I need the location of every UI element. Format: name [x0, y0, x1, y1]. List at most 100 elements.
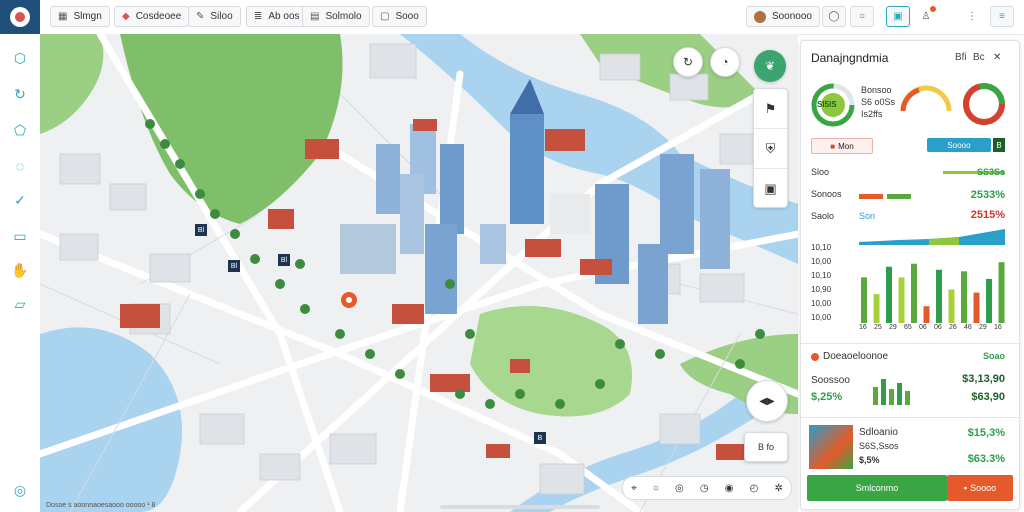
map-scroll-bar[interactable]	[440, 505, 600, 509]
x-tick: 16	[859, 324, 867, 331]
chart-bar	[961, 271, 967, 323]
panel-control-2[interactable]: Bc	[973, 52, 985, 63]
trash-icon: ▪	[963, 483, 968, 493]
chart-bar	[936, 269, 942, 323]
section3-sub: S6S,Ssos	[859, 441, 899, 451]
rotate-icon: ↻	[682, 55, 694, 69]
shield-icon[interactable]: ⬠	[10, 120, 30, 140]
x-tick: 46	[964, 324, 972, 331]
leaf-icon: ❦	[764, 59, 776, 73]
chart-bar	[873, 294, 880, 323]
metric-value-1: SS3Ss	[976, 167, 1005, 177]
pin-icon[interactable]: ◉	[725, 483, 734, 494]
more-menu-button[interactable]: ⋮	[962, 6, 982, 27]
panel-control-1[interactable]: Bfi	[955, 52, 967, 63]
shield-icon[interactable]: ⛨	[754, 129, 787, 169]
metric-bar-green	[887, 194, 911, 199]
metric-label-1: Sloo	[811, 167, 830, 177]
secondary-action-label: Soooo	[970, 483, 997, 493]
toolbar-label-1: Slmgn	[73, 11, 102, 22]
box-icon: ▢	[380, 11, 390, 22]
avatar	[754, 10, 766, 23]
section-row-left: Soossoo	[811, 375, 850, 386]
map-marker[interactable]: Bl	[195, 224, 207, 236]
kpi-sub-2: Is2ffs	[861, 109, 883, 119]
corner-panel-button[interactable]: B fo	[744, 432, 788, 462]
target-icon[interactable]: ◎	[675, 483, 684, 494]
metric-mid-label: Son	[859, 211, 876, 221]
y-tick: 10,00	[811, 313, 832, 322]
primary-action-button[interactable]: Smlconmo	[807, 475, 947, 501]
list-button[interactable]: ≡	[990, 6, 1014, 27]
help-icon[interactable]: ◎	[10, 480, 30, 500]
leaf-button[interactable]: ❦	[754, 50, 786, 82]
toolbar-button-2[interactable]: ◆ Cosdeoee	[114, 6, 190, 27]
toolbar-button-1[interactable]: ▦ Slmgn	[50, 6, 110, 27]
walk-icon[interactable]: ⚑	[754, 89, 787, 129]
folder-icon[interactable]: ▱	[10, 294, 30, 314]
circle-button[interactable]: ◯	[822, 6, 846, 27]
hand-icon[interactable]: ✋	[10, 260, 30, 280]
document-icon[interactable]: ▭	[10, 226, 30, 246]
user-icon: ♙	[921, 11, 931, 22]
metric-bar-red	[859, 194, 883, 199]
metric-label-3: Saolo	[811, 211, 835, 221]
chart-bar	[886, 266, 892, 323]
compass-icon: ◔	[721, 55, 729, 69]
toolbar-button-4[interactable]: ≣ Ab oos	[246, 6, 308, 27]
chat-icon[interactable]: ◌	[10, 156, 30, 176]
x-tick: 26	[949, 324, 957, 331]
chart-bar	[898, 277, 905, 323]
circle-icon[interactable]: ○	[653, 483, 659, 494]
toolbar-button-6[interactable]: ▢ Sooo	[372, 6, 427, 27]
section-row-right: $3,13,90	[962, 373, 1005, 385]
app-logo[interactable]	[0, 0, 40, 34]
y-tick: 10,90	[811, 285, 832, 294]
map-canvas	[40, 34, 798, 512]
user-icon-button[interactable]: ♙	[914, 6, 938, 27]
time-icon[interactable]: ◴	[750, 483, 759, 494]
refresh-icon[interactable]: ↻	[10, 84, 30, 104]
section3-value-1: $,5%	[859, 455, 880, 465]
x-tick: 16	[994, 324, 1002, 331]
user-button[interactable]: Soonooo	[746, 6, 820, 27]
kpi-ring-red	[963, 83, 1005, 125]
screen-button[interactable]: ▣	[886, 6, 910, 27]
bag-icon[interactable]: ▣	[754, 169, 787, 208]
zoom-control[interactable]: ◀▶	[746, 380, 788, 422]
user-label: Soonooo	[771, 11, 812, 22]
notification-dot	[930, 6, 936, 12]
toolbar-button-5[interactable]: ▤ Solmolo	[302, 6, 370, 27]
tag-chip[interactable]: ■ Mon	[811, 138, 873, 154]
section-row-left-2: $,25%	[811, 391, 843, 403]
toolbar-button-3[interactable]: ✎ Siloo	[188, 6, 241, 27]
clock-icon[interactable]: ◷	[700, 483, 709, 494]
search-button[interactable]: ○	[850, 6, 874, 27]
pen-icon: ✎	[196, 11, 205, 22]
status-pill[interactable]: Soooo	[927, 138, 991, 152]
x-axis: 16 25 29 65 06 06 26 46 29 16	[857, 324, 1007, 334]
rotate-button[interactable]: ↻	[673, 47, 703, 77]
check-circle-icon[interactable]: ✓	[10, 190, 30, 210]
locate-icon[interactable]: ⌖	[631, 483, 637, 494]
section-right: Soao	[982, 351, 1005, 361]
secondary-action-button[interactable]: ▪ Soooo	[947, 475, 1013, 501]
search-icon: ○	[858, 11, 866, 22]
map-marker[interactable]: B	[534, 432, 546, 444]
metric-value-3: 2515%	[970, 209, 1005, 221]
chart-bar	[948, 289, 955, 323]
map-view[interactable]: Bl Bl Bl B ↻ ◔ ❦ ◀▶ B fo	[40, 34, 798, 512]
chart-bar	[998, 262, 1005, 323]
kpi-ring-value: SI5IS	[817, 100, 837, 109]
panel-close-button[interactable]: ✕	[993, 52, 1001, 63]
left-sidebar: ⬡ ↻ ⬠ ◌ ✓ ▭ ✋ ▱ ◎	[0, 34, 41, 512]
bar-chart-canvas	[861, 262, 1005, 323]
x-tick: 25	[874, 324, 882, 331]
map-marker[interactable]: Bl	[228, 260, 240, 272]
settings-icon[interactable]: ✲	[775, 483, 783, 494]
list-icon: ≡	[999, 11, 1005, 22]
map-marker[interactable]: Bl	[278, 254, 290, 266]
compass-button[interactable]: ◔	[710, 47, 740, 77]
metric-label-2: Sonoos	[811, 189, 842, 199]
cube-icon[interactable]: ⬡	[10, 48, 30, 68]
